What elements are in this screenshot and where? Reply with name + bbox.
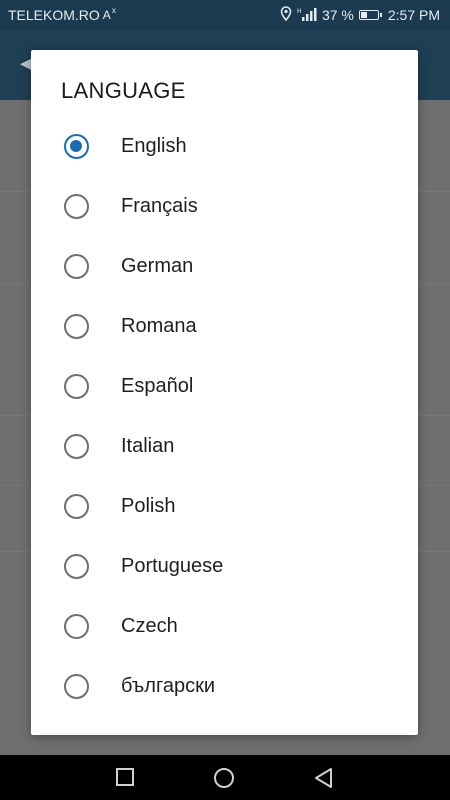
radio-button[interactable]: [64, 314, 89, 339]
location-icon: [280, 6, 292, 24]
language-option-label: Portuguese: [121, 555, 224, 577]
language-option[interactable]: Romana: [31, 296, 418, 356]
language-option[interactable]: English: [31, 116, 418, 176]
radio-button[interactable]: [64, 434, 89, 459]
svg-text:H: H: [297, 8, 302, 15]
battery-percent: 37 %: [321, 7, 354, 23]
radio-button[interactable]: [64, 674, 89, 699]
status-bar: TELEKOM.RO A x H 37 % 2:57 PM: [0, 0, 450, 30]
radio-button[interactable]: [64, 134, 89, 159]
carrier-name: TELEKOM.RO: [8, 7, 100, 23]
radio-button[interactable]: [64, 554, 89, 579]
language-options: English Français German Romana Español Italia…: [31, 116, 418, 716]
language-option[interactable]: Italian: [31, 416, 418, 476]
roaming-icon: x: [111, 5, 116, 15]
language-dialog: LANGUAGE English Français German Romana Espa…: [31, 50, 418, 735]
language-option[interactable]: Español: [31, 356, 418, 416]
language-option-label: Czech: [121, 615, 178, 637]
carrier-extra: A: [102, 8, 111, 22]
signal-icon: H: [297, 7, 317, 24]
language-option-label: German: [121, 255, 194, 277]
recent-apps-icon[interactable]: [115, 767, 135, 792]
radio-button[interactable]: [64, 194, 89, 219]
language-option-label: Italian: [121, 435, 175, 457]
battery-icon: [358, 10, 382, 20]
clock: 2:57 PM: [387, 7, 440, 23]
navigation-bar: [0, 755, 450, 800]
language-option[interactable]: Portuguese: [31, 536, 418, 596]
language-option[interactable]: Français: [31, 176, 418, 236]
language-option-label: Romana: [121, 315, 197, 337]
language-option-label: Español: [121, 375, 194, 397]
language-option[interactable]: български: [31, 656, 418, 716]
language-option[interactable]: Czech: [31, 596, 418, 656]
radio-button[interactable]: [64, 614, 89, 639]
battery-fill: [360, 12, 367, 18]
language-option-label: Français: [121, 195, 198, 217]
dialog-title: LANGUAGE: [61, 78, 186, 103]
language-option-label: български: [121, 675, 215, 697]
home-icon[interactable]: [213, 767, 235, 794]
language-option[interactable]: German: [31, 236, 418, 296]
radio-button[interactable]: [64, 494, 89, 519]
language-option-label: English: [121, 135, 187, 157]
language-option[interactable]: Polish: [31, 476, 418, 536]
back-icon[interactable]: [313, 767, 335, 794]
language-option-label: Polish: [121, 495, 176, 517]
radio-button[interactable]: [64, 374, 89, 399]
radio-button[interactable]: [64, 254, 89, 279]
